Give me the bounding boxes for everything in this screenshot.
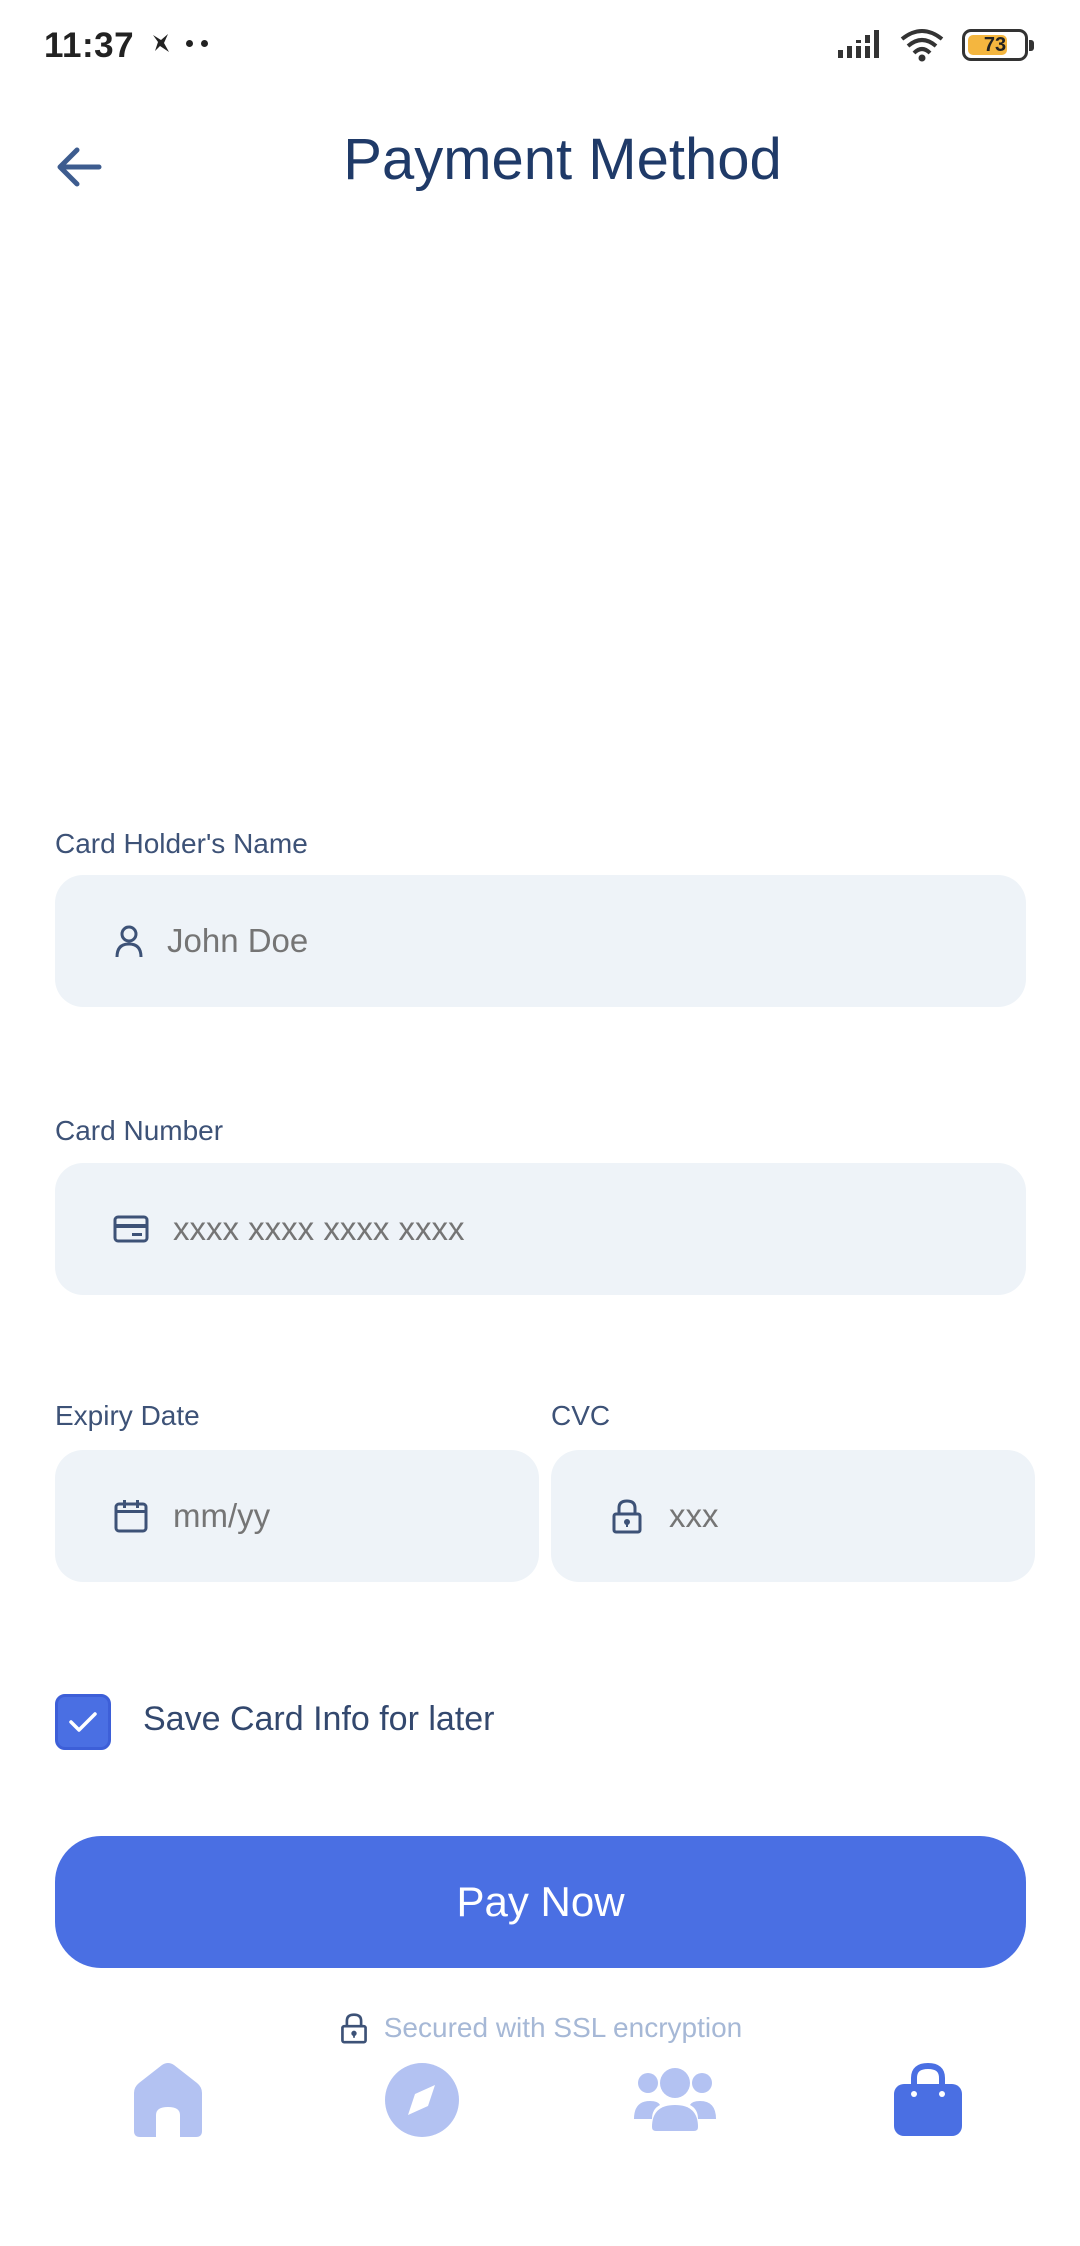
status-time: 11:37	[44, 26, 135, 65]
credit-card-icon	[113, 1215, 149, 1243]
card-number-label: Card Number	[55, 1115, 224, 1146]
card-number-input[interactable]	[173, 1210, 973, 1248]
compass-icon	[385, 2063, 459, 2137]
secure-lock-icon	[340, 2013, 367, 2044]
nav-home[interactable]	[118, 2050, 218, 2150]
card-number-field[interactable]	[55, 1163, 1026, 1295]
cvc-label: CVC	[551, 1400, 611, 1431]
signal-icon	[838, 30, 879, 58]
battery-icon: 73	[962, 29, 1034, 61]
status-system-icons: 73	[838, 28, 1034, 62]
expiry-date-label: Expiry Date	[55, 1400, 200, 1431]
ssl-secured-notice: Secured with SSL encryption	[0, 2010, 1080, 2046]
nav-explore[interactable]	[372, 2050, 472, 2150]
battery-level: 73	[983, 33, 1007, 56]
expiry-date-input[interactable]	[173, 1497, 503, 1535]
status-notification-icons	[150, 30, 208, 56]
home-icon	[134, 2063, 202, 2137]
card-holder-label: Card Holder's Name	[55, 828, 308, 859]
cvc-field[interactable]	[551, 1450, 1035, 1582]
user-icon	[115, 925, 143, 958]
checkmark-icon	[69, 1712, 97, 1732]
expiry-date-field[interactable]	[55, 1450, 539, 1582]
secured-text: Secured with SSL encryption	[383, 2012, 743, 2043]
bottom-navigation	[0, 2050, 1080, 2160]
nav-cart[interactable]	[878, 2050, 978, 2150]
save-card-checkbox[interactable]	[55, 1694, 111, 1750]
card-holder-input[interactable]	[167, 922, 967, 960]
status-bar: 11:37 73	[0, 0, 1080, 95]
payment-screen: 11:37 73 Payment Method Card Holder's Na…	[0, 0, 1080, 2246]
bird-notification-icon	[153, 34, 169, 52]
calendar-icon	[114, 1500, 148, 1533]
cvc-input[interactable]	[669, 1497, 999, 1535]
card-holder-field[interactable]	[55, 875, 1026, 1007]
pay-now-button[interactable]: Pay Now	[55, 1836, 1026, 1968]
shopping-bag-icon	[894, 2062, 962, 2136]
people-icon	[634, 2068, 716, 2131]
page-title: Payment Method	[343, 127, 782, 192]
lock-icon	[612, 1499, 642, 1534]
save-card-label[interactable]: Save Card Info for later	[143, 1700, 495, 1739]
wifi-icon	[900, 29, 944, 62]
more-notifications-icon	[186, 39, 208, 47]
nav-community[interactable]	[625, 2050, 725, 2150]
